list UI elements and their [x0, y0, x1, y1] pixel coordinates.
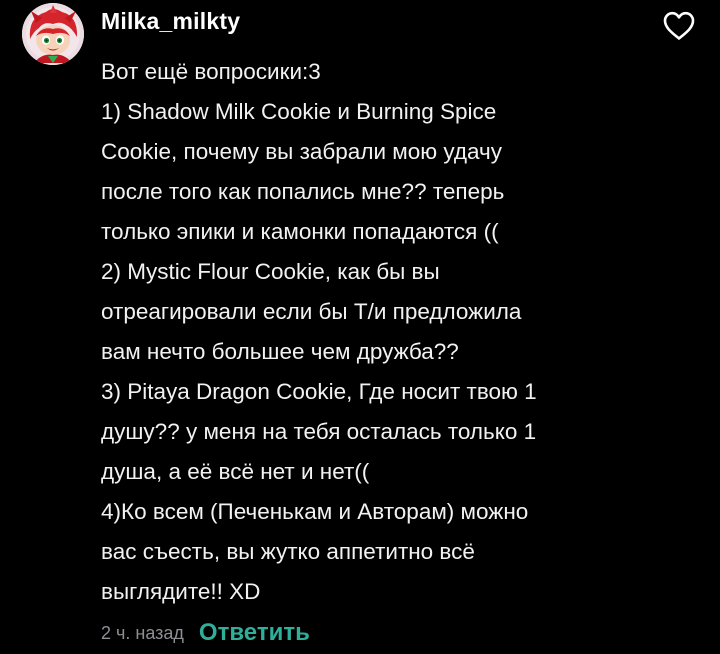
comment-footer: 2 ч. назад Ответить — [101, 614, 310, 652]
comment-text-line: вам нечто большее чем дружба?? — [101, 339, 459, 364]
comment-text-line: душу?? у меня на тебя осталась только 1 — [101, 419, 537, 444]
like-button[interactable] — [662, 10, 696, 42]
reply-button[interactable]: Ответить — [199, 619, 310, 647]
comment-text-line: выглядите!! XD — [101, 579, 261, 604]
comment-timestamp: 2 ч. назад — [101, 622, 184, 643]
comment-text-line: душа, а её всё нет и нет(( — [101, 459, 370, 484]
comment-text-line: 1) Shadow Milk Cookie и Burning Spice — [101, 99, 497, 124]
avatar-image — [22, 3, 84, 65]
comment-body: Вот ещё вопросики:3 1) Shadow Milk Cooki… — [101, 52, 661, 612]
comment-text-line: 4)Ко всем (Печенькам и Авторам) можно — [101, 499, 529, 524]
comment-text-line: после того как попались мне?? теперь — [101, 179, 505, 204]
comment-text-line: только эпики и камонки попадаются (( — [101, 219, 499, 244]
heart-outline-icon — [663, 11, 695, 40]
comment-text-line: отреагировали если бы Т/и предложила — [101, 299, 522, 324]
comment-text-line: 2) Mystic Flour Cookie, как бы вы — [101, 259, 440, 284]
comment-text-line: 3) Pitaya Dragon Cookie, Где носит твою … — [101, 379, 537, 404]
comment-card: Milka_milkty Вот ещё вопросики:3 1) Shad… — [0, 0, 720, 654]
comment-text-line: вас съесть, вы жутко аппетитно всё — [101, 539, 475, 564]
comment-text-line: Cookie, почему вы забрали мою удачу — [101, 139, 503, 164]
avatar[interactable] — [22, 3, 84, 65]
comment-author-username[interactable]: Milka_milkty — [101, 8, 240, 35]
comment-text-line: Вот ещё вопросики:3 — [101, 59, 321, 84]
